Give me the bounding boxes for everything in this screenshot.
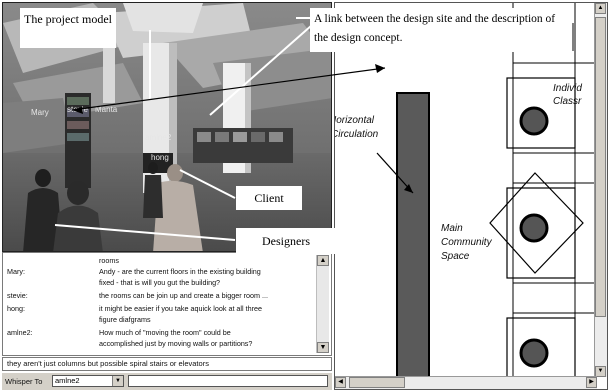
scroll-down-arrow-icon[interactable]: ▼ — [317, 342, 329, 353]
chat-speaker: Mary: — [7, 267, 25, 276]
avatar-label: Mary — [31, 108, 49, 117]
scroll-left-arrow-icon[interactable]: ◀ — [335, 377, 346, 388]
chat-text: the rooms can be join up and create a bi… — [99, 291, 269, 300]
chat-text: figure diafgrams — [99, 315, 151, 324]
chat-text: rooms — [99, 256, 119, 265]
plan-label-horizontal: Horizontal — [335, 115, 375, 126]
scroll-thumb[interactable] — [595, 17, 606, 317]
callout-designers: Designers — [236, 228, 336, 254]
chevron-down-icon[interactable]: ▼ — [112, 376, 123, 386]
chat-log[interactable]: rooms Mary: Andy - are the current floor… — [2, 252, 332, 356]
whisper-label: Whisper To — [5, 377, 43, 386]
plan-vertical-scrollbar[interactable]: ▲ ▼ — [594, 3, 607, 377]
scroll-right-arrow-icon[interactable]: ▶ — [586, 377, 597, 388]
chat-input[interactable]: they aren't just columns but possible sp… — [2, 357, 332, 371]
chat-text: fixed - that is will you gut the buildin… — [99, 278, 221, 287]
avatar-label: stevie — [67, 105, 88, 114]
whisper-target-select[interactable]: amlne2 ▼ — [52, 375, 124, 387]
floor-plan-viewer[interactable]: Individ Classr Horizontal Circulation Ma… — [334, 2, 608, 390]
plan-label-individual: Individ — [553, 83, 582, 94]
whisper-message-input[interactable] — [128, 375, 328, 387]
scroll-up-arrow-icon[interactable]: ▲ — [317, 255, 329, 266]
whisper-target-value: amlne2 — [55, 376, 80, 385]
scroll-up-arrow-icon[interactable]: ▲ — [595, 3, 606, 14]
avatar-label: hong — [151, 153, 169, 162]
plan-label-main: Community — [441, 237, 492, 248]
whisper-bar: Whisper To amlne2 ▼ — [2, 373, 332, 390]
chat-speaker: amlne2: — [7, 328, 33, 337]
callout-client: Client — [236, 186, 302, 210]
plan-label-main: Space — [441, 251, 470, 262]
plan-label-horizontal: Circulation — [334, 129, 379, 140]
chat-text: Andy - are the current floors in the exi… — [99, 267, 261, 276]
avatar-label: Manta — [95, 105, 118, 114]
scroll-thumb[interactable] — [349, 377, 405, 388]
plan-label-main: Main — [441, 223, 463, 234]
plan-horizontal-scrollbar[interactable]: ◀ ▶ — [335, 376, 597, 389]
chat-text: it might be easier if you take aquick lo… — [99, 304, 263, 313]
callout-project-model: The project model — [20, 8, 116, 48]
chat-speaker: stevie: — [7, 291, 28, 300]
callout-link: A link between the design site and the d… — [310, 8, 572, 52]
chat-scrollbar[interactable]: ▲ ▼ — [316, 255, 329, 353]
chat-text: How much of "moving the room" could be — [99, 328, 231, 337]
chat-speaker: hong: — [7, 304, 25, 313]
chat-text: accomplished just by moving walls or par… — [99, 339, 253, 348]
screenshot-root: Mary stevie Manta amlne2 hong rooms Mary… — [0, 0, 610, 392]
floor-plan-drawing — [376, 3, 597, 377]
plan-label-individual: Classr — [553, 96, 582, 107]
avatar-label: amlne2 — [145, 133, 172, 142]
